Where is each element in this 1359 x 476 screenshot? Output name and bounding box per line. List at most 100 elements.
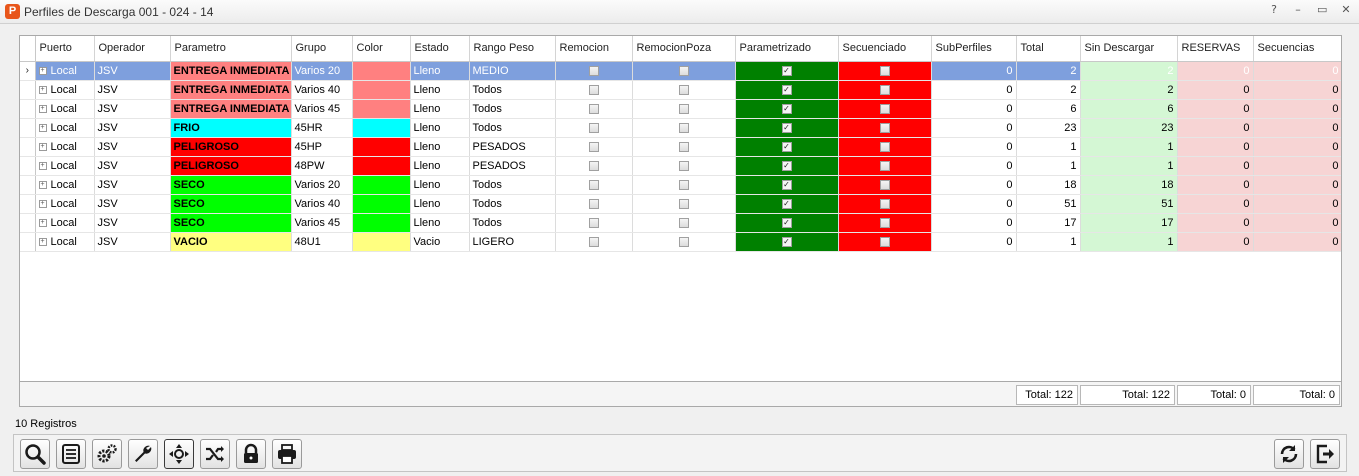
cell-subperfiles[interactable]: 0 (931, 213, 1017, 233)
cell-puerto[interactable]: + Local (35, 156, 95, 176)
cell-sin-descargar[interactable]: 6 (1080, 99, 1178, 119)
cell-color-swatch[interactable] (352, 213, 411, 233)
cell-operador[interactable]: JSV (94, 118, 171, 138)
cell-total[interactable]: 17 (1016, 213, 1081, 233)
checkbox-unchecked-icon[interactable] (678, 103, 689, 114)
checkbox-checked-icon[interactable]: ✓ (781, 217, 792, 228)
checkbox-unchecked-icon[interactable] (678, 141, 689, 152)
cell-remocion-poza[interactable] (632, 194, 736, 214)
cell-estado[interactable]: Lleno (410, 156, 470, 176)
cell-parametro[interactable]: ENTREGA INMEDIATA (170, 99, 292, 119)
cell-reservas[interactable]: 0 (1177, 232, 1254, 252)
help-icon[interactable]: ? (1269, 3, 1279, 16)
cell-secuenciado[interactable] (838, 80, 932, 100)
cell-total[interactable]: 51 (1016, 194, 1081, 214)
row-indicator[interactable]: › (20, 61, 36, 81)
cell-secuencias[interactable]: 0 (1253, 137, 1341, 157)
cell-total[interactable]: 2 (1016, 80, 1081, 100)
cell-reservas[interactable]: 0 (1177, 194, 1254, 214)
table-row[interactable]: + Local JSV FRIO 45HR Lleno Todos ✓ 0 23 23 0 0 (20, 118, 1341, 138)
cell-operador[interactable]: JSV (94, 175, 171, 195)
cell-remocion-poza[interactable] (632, 80, 736, 100)
cell-remocion-poza[interactable] (632, 137, 736, 157)
cell-sin-descargar[interactable]: 2 (1080, 61, 1178, 81)
cell-color-swatch[interactable] (352, 175, 411, 195)
maximize-icon[interactable]: ▭ (1317, 3, 1327, 16)
cell-grupo[interactable]: Varios 45 (291, 213, 353, 233)
refresh-button[interactable] (1274, 439, 1304, 469)
cell-secuencias[interactable]: 0 (1253, 194, 1341, 214)
checkbox-unchecked-icon[interactable] (879, 103, 890, 114)
lock-button[interactable] (236, 439, 266, 469)
cell-puerto[interactable]: + Local (35, 99, 95, 119)
cell-grupo[interactable]: 48U1 (291, 232, 353, 252)
checkbox-checked-icon[interactable]: ✓ (781, 103, 792, 114)
checkbox-checked-icon[interactable]: ✓ (781, 65, 792, 76)
checkbox-unchecked-icon[interactable] (879, 236, 890, 247)
cell-total[interactable]: 1 (1016, 232, 1081, 252)
expand-icon[interactable]: + (38, 104, 47, 113)
cell-operador[interactable]: JSV (94, 194, 171, 214)
checkbox-unchecked-icon[interactable] (678, 65, 689, 76)
cell-subperfiles[interactable]: 0 (931, 99, 1017, 119)
cell-color-swatch[interactable] (352, 99, 411, 119)
cell-remocion[interactable] (555, 118, 633, 138)
cell-estado[interactable]: Lleno (410, 137, 470, 157)
column-header[interactable]: Parametro (170, 36, 292, 62)
cell-sin-descargar[interactable]: 1 (1080, 156, 1178, 176)
cell-estado[interactable]: Lleno (410, 118, 470, 138)
column-header[interactable]: Secuenciado (838, 36, 932, 62)
cell-parametrizado[interactable]: ✓ (735, 118, 839, 138)
cell-parametrizado[interactable]: ✓ (735, 137, 839, 157)
cell-sin-descargar[interactable]: 18 (1080, 175, 1178, 195)
cell-total[interactable]: 18 (1016, 175, 1081, 195)
cell-subperfiles[interactable]: 0 (931, 137, 1017, 157)
cell-color-swatch[interactable] (352, 61, 411, 81)
cell-remocion-poza[interactable] (632, 61, 736, 81)
cell-sin-descargar[interactable]: 17 (1080, 213, 1178, 233)
checkbox-unchecked-icon[interactable] (879, 65, 890, 76)
search-button[interactable] (20, 439, 50, 469)
cell-remocion-poza[interactable] (632, 175, 736, 195)
column-header[interactable]: Remocion (555, 36, 633, 62)
cell-reservas[interactable]: 0 (1177, 156, 1254, 176)
cell-total[interactable]: 6 (1016, 99, 1081, 119)
cell-secuenciado[interactable] (838, 194, 932, 214)
cell-color-swatch[interactable] (352, 80, 411, 100)
cell-secuencias[interactable]: 0 (1253, 213, 1341, 233)
checkbox-checked-icon[interactable]: ✓ (781, 122, 792, 133)
checkbox-unchecked-icon[interactable] (588, 198, 599, 209)
checkbox-unchecked-icon[interactable] (588, 65, 599, 76)
column-header[interactable]: RemocionPoza (632, 36, 736, 62)
checkbox-unchecked-icon[interactable] (678, 217, 689, 228)
cell-grupo[interactable]: Varios 40 (291, 80, 353, 100)
checkbox-unchecked-icon[interactable] (879, 217, 890, 228)
cell-sin-descargar[interactable]: 1 (1080, 137, 1178, 157)
print-button[interactable] (272, 439, 302, 469)
cell-estado[interactable]: Lleno (410, 213, 470, 233)
column-header[interactable]: Grupo (291, 36, 353, 62)
column-header[interactable]: Secuencias (1253, 36, 1341, 62)
cell-remocion[interactable] (555, 156, 633, 176)
cell-subperfiles[interactable]: 0 (931, 80, 1017, 100)
cell-parametro[interactable]: SECO (170, 194, 292, 214)
data-grid[interactable]: Puerto Operador Parametro Grupo Color Es… (19, 35, 1342, 407)
cell-color-swatch[interactable] (352, 194, 411, 214)
cell-parametro[interactable]: SECO (170, 175, 292, 195)
cell-remocion-poza[interactable] (632, 99, 736, 119)
cell-operador[interactable]: JSV (94, 61, 171, 81)
cell-remocion[interactable] (555, 137, 633, 157)
cell-secuencias[interactable]: 0 (1253, 80, 1341, 100)
cell-parametrizado[interactable]: ✓ (735, 80, 839, 100)
expand-icon[interactable]: + (38, 161, 47, 170)
checkbox-checked-icon[interactable]: ✓ (781, 198, 792, 209)
cell-estado[interactable]: Lleno (410, 194, 470, 214)
checkbox-checked-icon[interactable]: ✓ (781, 84, 792, 95)
cell-estado[interactable]: Lleno (410, 99, 470, 119)
cell-total[interactable]: 1 (1016, 137, 1081, 157)
cell-parametro[interactable]: VACIO (170, 232, 292, 252)
table-row[interactable]: › + Local JSV ENTREGA INMEDIATA Varios 20 Llen… (20, 61, 1341, 81)
cell-rango-peso[interactable]: Todos (469, 99, 556, 119)
row-indicator[interactable] (20, 137, 36, 157)
checkbox-unchecked-icon[interactable] (879, 160, 890, 171)
